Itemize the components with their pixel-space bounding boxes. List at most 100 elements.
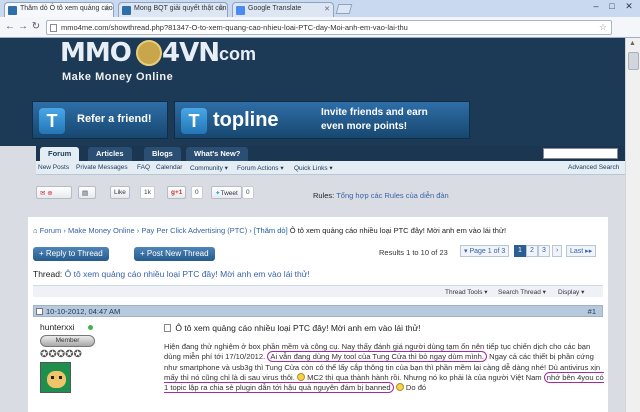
topline-line2: even more points! (321, 121, 408, 132)
post-text-4: Do đó (405, 383, 427, 393)
topline-banner[interactable]: T topline Invite friends and earn even m… (174, 101, 470, 139)
bookmark-star-icon[interactable]: ☆ (599, 22, 607, 33)
facebook-like-count: 1k (140, 186, 155, 199)
google-plus-button[interactable]: g+1 (167, 186, 187, 199)
breadcrumb-forum[interactable]: Forum (40, 226, 62, 235)
site-search-input[interactable] (543, 148, 618, 159)
post-title-icon (164, 324, 171, 332)
url-input[interactable]: mmo4me.com/showthread.php?81347-O-to-xem… (46, 20, 612, 35)
avatar-eye (59, 376, 62, 379)
rules-link[interactable]: Tổng hợp các Rules của diễn đàn (336, 191, 449, 200)
member-badge: Member (40, 335, 95, 347)
site-logo[interactable]: MMO 4VN .com Make Money Online (56, 38, 262, 90)
reputation-stars: ✪✪✪✪✪ (40, 349, 82, 360)
subnav-calendar[interactable]: Calendar (156, 164, 182, 171)
subnav-private-messages[interactable]: Private Messages (76, 164, 128, 171)
post-header: 10-10-2012, 04:47 AM #1 (33, 305, 603, 317)
page-2-link[interactable]: 2 (526, 245, 538, 257)
post-number[interactable]: #1 (588, 307, 596, 316)
forward-arrow-icon[interactable]: → (16, 20, 30, 34)
post-body: Ô tô xem quảng cáo nhiều loại PTC đây! M… (164, 320, 604, 412)
avatar-eye (51, 376, 54, 379)
like-label: Like (114, 189, 126, 196)
new-tab-button[interactable] (335, 4, 353, 14)
logo-text-4vn: 4VN (162, 38, 220, 68)
next-page-link[interactable]: › (552, 245, 563, 257)
reload-icon[interactable]: ↻ (29, 20, 43, 34)
last-page-link[interactable]: Last ▸▸ (566, 245, 597, 257)
subnav-quick-links[interactable]: Quick Links ▾ (294, 164, 333, 172)
plus-icon: + (39, 249, 44, 258)
avatar-face (47, 371, 66, 388)
topline-line1: Invite friends and earn (321, 107, 428, 118)
topline-t-icon: T (39, 108, 65, 134)
breadcrumb-prefix: [Thăm dò] (253, 226, 288, 235)
pinterest-like-button[interactable]: ✉ ⊕ (36, 186, 72, 199)
scrollbar-thumb[interactable] (628, 52, 639, 70)
smiley-icon (395, 383, 404, 392)
main-nav: Forum Articles Blogs What's New? (36, 146, 625, 161)
post-new-thread-button[interactable]: + Post New Thread (134, 247, 215, 261)
gplus-label: +1 (174, 189, 183, 196)
post-text: Hiện đang thử nghiệm ở box phần mềm và c… (164, 342, 604, 394)
close-tab-icon[interactable]: ✕ (324, 5, 330, 13)
refer-friend-banner[interactable]: T Refer a friend! (32, 101, 168, 139)
home-icon[interactable]: ⌂ (33, 226, 38, 235)
subnav-faq[interactable]: FAQ (137, 164, 150, 171)
browser-tab[interactable]: Mong BQT giải quyết thật côn ✕ (118, 2, 228, 17)
thread-title: Thread: Ô tô xem quảng cáo nhiều loại PT… (33, 269, 310, 279)
minimize-window-icon[interactable]: – (589, 1, 603, 11)
tab-title: Google Translate (248, 5, 302, 12)
logo-tagline: Make Money Online (62, 71, 174, 83)
post-username[interactable]: hunterxxi (40, 322, 75, 332)
sub-nav: New Posts Private Messages FAQ Calendar … (36, 161, 625, 175)
tab-articles[interactable]: Articles (88, 147, 132, 161)
back-arrow-icon[interactable]: ← (3, 20, 17, 34)
subnav-forum-actions[interactable]: Forum Actions ▾ (237, 164, 284, 172)
close-tab-icon[interactable]: ✕ (104, 5, 110, 13)
site-header: MMO 4VN .com Make Money Online T Refer a… (0, 38, 625, 146)
subnav-new-posts[interactable]: New Posts (38, 164, 69, 171)
topline-brand-text: topline (213, 109, 279, 131)
subnav-advanced-search[interactable]: Advanced Search (568, 164, 619, 171)
rules-line: Rules: Tổng hợp các Rules của diễn đàn (313, 191, 449, 200)
search-thread-menu[interactable]: Search Thread ▾ (498, 288, 546, 296)
address-bar-row: ← → ↻ mmo4me.com/showthread.php?81347-O-… (0, 17, 640, 50)
breadcrumb-make-money-online[interactable]: Make Money Online (68, 226, 135, 235)
tweet-button[interactable]: ✦Tweet (211, 186, 242, 199)
maximize-window-icon[interactable]: □ (605, 1, 619, 11)
thread-tools-menu[interactable]: Thread Tools ▾ (445, 288, 488, 296)
thread-title-link[interactable]: Ô tô xem quảng cáo nhiều loại PTC đây! M… (65, 269, 310, 279)
scroll-up-icon[interactable]: ▲ (629, 40, 636, 47)
google-plus-count: 0 (191, 186, 203, 199)
display-menu[interactable]: Display ▾ (558, 288, 584, 296)
post-user-info: hunterxxi Member ✪✪✪✪✪ (33, 320, 153, 412)
tab-blogs[interactable]: Blogs (144, 147, 181, 161)
tweet-count: 0 (242, 186, 254, 199)
page-selector[interactable]: ▾ Page 1 of 3 (460, 245, 510, 257)
tab-forum[interactable]: Forum (40, 147, 80, 161)
unknown-share-button[interactable]: ▤ (78, 186, 96, 199)
browser-chrome: Thăm dò Ô tô xem quảng cáo ✕ Mong BQT gi… (0, 0, 640, 50)
thread-title-prefix: Thread: (33, 269, 63, 279)
close-window-icon[interactable]: ✕ (622, 1, 636, 12)
breadcrumb-ptc[interactable]: Pay Per Click Advertising (PTC) (141, 226, 247, 235)
browser-tab[interactable]: Google Translate ✕ (232, 2, 334, 17)
rules-label: Rules: (313, 191, 335, 200)
page-1-link: 1 (514, 245, 526, 257)
browser-tab-active[interactable]: Thăm dò Ô tô xem quảng cáo ✕ (4, 2, 114, 17)
page-scrollbar[interactable]: ▲ (625, 38, 640, 412)
results-count: Results 1 to 10 of 23 (379, 248, 448, 257)
facebook-like-button[interactable]: Like (110, 186, 130, 199)
refer-friend-text: Refer a friend! (77, 113, 152, 125)
site-favicon-icon (122, 6, 131, 15)
avatar[interactable] (40, 362, 71, 393)
online-status-icon (88, 325, 93, 330)
logo-text-com: .com (214, 44, 257, 64)
tab-whats-new[interactable]: What's New? (186, 147, 249, 161)
page-3-link[interactable]: 3 (538, 245, 550, 257)
close-tab-icon[interactable]: ✕ (218, 5, 224, 13)
breadcrumb: ⌂ Forum › Make Money Online › Pay Per Cl… (33, 226, 507, 235)
reply-to-thread-button[interactable]: + Reply to Thread (33, 247, 109, 261)
subnav-community[interactable]: Community ▾ (190, 164, 228, 172)
